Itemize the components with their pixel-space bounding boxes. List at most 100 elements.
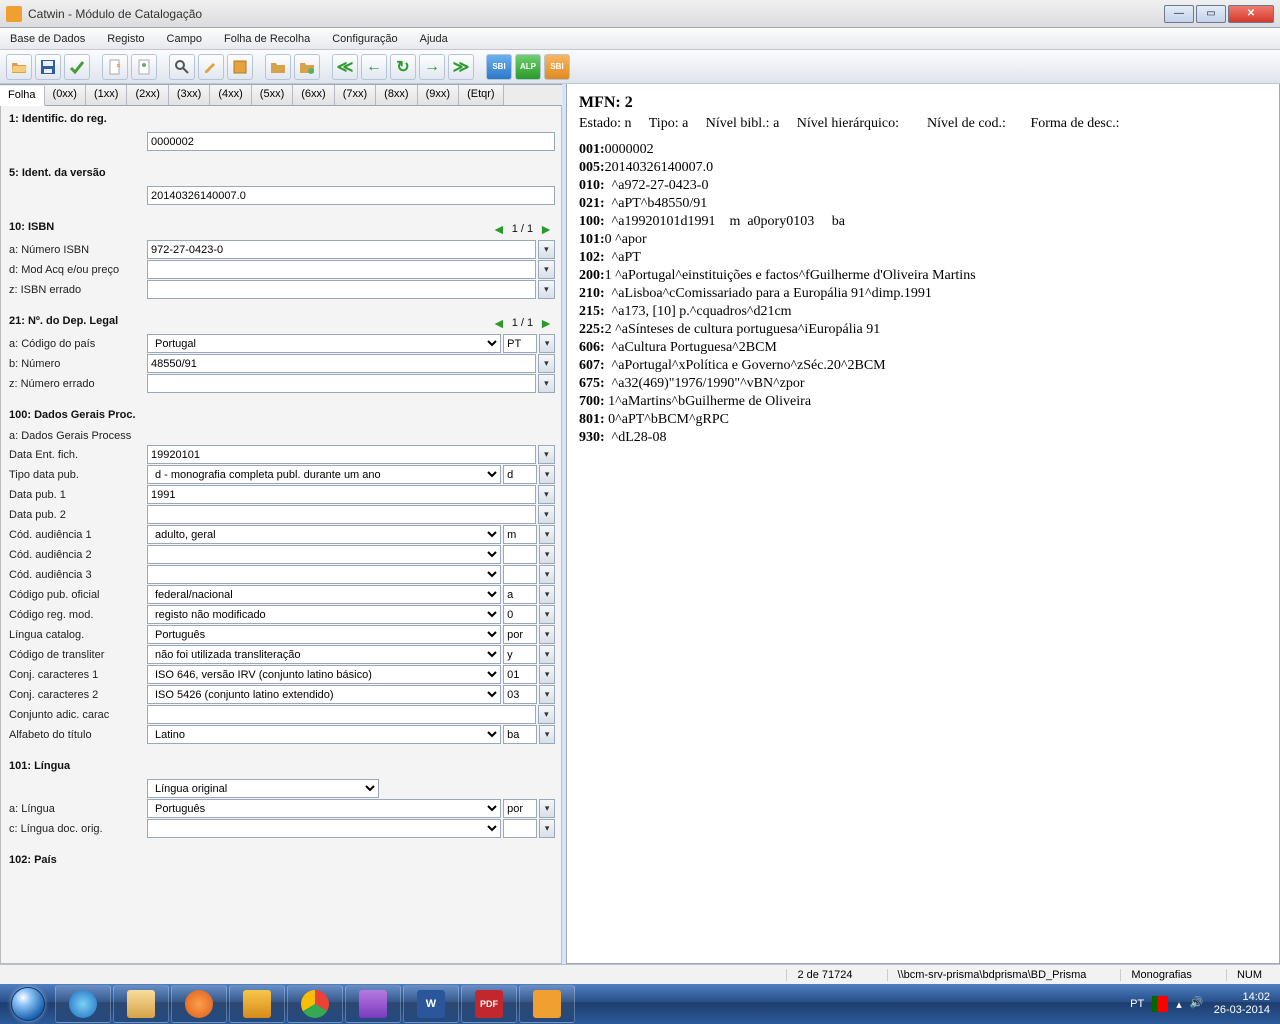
tab-5xx[interactable]: (5xx) — [252, 85, 293, 105]
field-010-dd-0[interactable]: ▾ — [538, 240, 555, 259]
task-pdf[interactable]: PDF — [461, 985, 517, 1023]
menu-config[interactable]: Configuração — [328, 31, 401, 47]
field-100-dd-4[interactable]: ▾ — [539, 525, 555, 544]
tool-save-icon[interactable] — [35, 54, 61, 80]
task-catwin[interactable] — [519, 985, 575, 1023]
field-101-code-1[interactable] — [503, 819, 537, 838]
tool-filter-icon[interactable] — [227, 54, 253, 80]
field-100-input-0[interactable] — [147, 445, 536, 464]
field-010-dd-1[interactable]: ▾ — [538, 260, 555, 279]
field-010-dd-2[interactable]: ▾ — [538, 280, 555, 299]
tab-etqr[interactable]: (Etqr) — [459, 85, 504, 105]
maximize-button[interactable]: ▭ — [1196, 5, 1226, 23]
tab-6xx[interactable]: (6xx) — [293, 85, 334, 105]
task-ie[interactable] — [55, 985, 111, 1023]
tab-9xx[interactable]: (9xx) — [418, 85, 459, 105]
field-101-dd-0[interactable]: ▾ — [539, 799, 555, 818]
field-100-select-11[interactable]: ISO 646, versão IRV (conjunto latino bás… — [147, 665, 501, 684]
field-100-dd-9[interactable]: ▾ — [539, 625, 555, 644]
field-021-input-1[interactable] — [147, 354, 536, 373]
field-021-code-0[interactable] — [503, 334, 537, 353]
sec10-prev-icon[interactable]: ◄ — [492, 221, 506, 237]
field-101-dd-1[interactable]: ▾ — [539, 819, 555, 838]
field-100-select-8[interactable]: registo não modificado — [147, 605, 501, 624]
field-100-code-10[interactable] — [503, 645, 537, 664]
field-101-top[interactable]: Língua original — [147, 779, 379, 798]
tray-clock[interactable]: 14:02 26-03-2014 — [1214, 991, 1270, 1017]
menu-registo[interactable]: Registo — [103, 31, 148, 47]
field-100-code-6[interactable] — [503, 565, 537, 584]
field-100-dd-11[interactable]: ▾ — [539, 665, 555, 684]
nav-prev-icon[interactable]: ← — [361, 54, 387, 80]
field-100-dd-8[interactable]: ▾ — [539, 605, 555, 624]
field-100-select-5[interactable] — [147, 545, 501, 564]
field-100-code-8[interactable] — [503, 605, 537, 624]
sec21-prev-icon[interactable]: ◄ — [492, 315, 506, 331]
field-100-input-3[interactable] — [147, 505, 536, 524]
task-explorer[interactable] — [113, 985, 169, 1023]
sec10-next-icon[interactable]: ► — [539, 221, 553, 237]
task-word[interactable]: W — [403, 985, 459, 1023]
speaker-icon[interactable]: 🔊 — [1190, 996, 1206, 1012]
field-100-dd-0[interactable]: ▾ — [538, 445, 555, 464]
tool-check-icon[interactable] — [64, 54, 90, 80]
field-021-select-0[interactable]: Portugal — [147, 334, 501, 353]
field-100-dd-1[interactable]: ▾ — [539, 465, 555, 484]
field-100-dd-7[interactable]: ▾ — [539, 585, 555, 604]
field-100-code-9[interactable] — [503, 625, 537, 644]
tool-folder1-icon[interactable] — [265, 54, 291, 80]
field-100-dd-10[interactable]: ▾ — [539, 645, 555, 664]
menu-base-de-dados[interactable]: Base de Dados — [6, 31, 89, 47]
close-button[interactable]: ✕ — [1228, 5, 1274, 23]
tab-3xx[interactable]: (3xx) — [169, 85, 210, 105]
flag-icon[interactable] — [1152, 996, 1168, 1012]
nav-next-icon[interactable]: → — [419, 54, 445, 80]
field-100-select-1[interactable]: d - monografia completa publ. durante um… — [147, 465, 501, 484]
sec21-next-icon[interactable]: ► — [539, 315, 553, 331]
field-100-dd-5[interactable]: ▾ — [539, 545, 555, 564]
field-101-code-0[interactable] — [503, 799, 537, 818]
menu-ajuda[interactable]: Ajuda — [416, 31, 452, 47]
minimize-button[interactable]: — — [1164, 5, 1194, 23]
tray-chevron-icon[interactable]: ▴ — [1176, 998, 1182, 1011]
tab-0xx[interactable]: (0xx) — [45, 85, 86, 105]
field-100-dd-12[interactable]: ▾ — [539, 685, 555, 704]
tray-lang[interactable]: PT — [1130, 998, 1144, 1010]
task-outlook[interactable] — [229, 985, 285, 1023]
field-005[interactable] — [147, 186, 555, 205]
field-100-code-4[interactable] — [503, 525, 537, 544]
field-101-select-0[interactable]: Português — [147, 799, 501, 818]
tab-folha[interactable]: Folha — [0, 86, 45, 106]
field-010-input-2[interactable] — [147, 280, 536, 299]
field-001[interactable] — [147, 132, 555, 151]
field-010-input-1[interactable] — [147, 260, 536, 279]
nav-last-icon[interactable]: ≫ — [448, 54, 474, 80]
field-100-select-9[interactable]: Português — [147, 625, 501, 644]
tool-open-icon[interactable] — [6, 54, 32, 80]
field-100-code-12[interactable] — [503, 685, 537, 704]
field-100-select-12[interactable]: ISO 5426 (conjunto latino extendido) — [147, 685, 501, 704]
field-100-dd-13[interactable]: ▾ — [538, 705, 555, 724]
field-100-select-10[interactable]: não foi utilizada transliteração — [147, 645, 501, 664]
tab-4xx[interactable]: (4xx) — [210, 85, 251, 105]
field-021-dd-1[interactable]: ▾ — [538, 354, 555, 373]
tool-mode2-icon[interactable]: ALP — [515, 54, 541, 80]
field-100-code-7[interactable] — [503, 585, 537, 604]
tool-folder2-icon[interactable] — [294, 54, 320, 80]
nav-refresh-icon[interactable]: ↻ — [390, 54, 416, 80]
nav-first-icon[interactable]: ≪ — [332, 54, 358, 80]
start-button[interactable] — [2, 985, 54, 1023]
field-100-code-1[interactable] — [503, 465, 537, 484]
tab-1xx[interactable]: (1xx) — [86, 85, 127, 105]
tool-edit-icon[interactable] — [198, 54, 224, 80]
tab-2xx[interactable]: (2xx) — [127, 85, 168, 105]
tool-new-icon[interactable] — [102, 54, 128, 80]
task-media[interactable] — [171, 985, 227, 1023]
field-021-input-2[interactable] — [147, 374, 536, 393]
menu-folha[interactable]: Folha de Recolha — [220, 31, 314, 47]
field-100-select-14[interactable]: Latino — [147, 725, 501, 744]
field-100-select-4[interactable]: adulto, geral — [147, 525, 501, 544]
field-100-dd-3[interactable]: ▾ — [538, 505, 555, 524]
field-100-dd-6[interactable]: ▾ — [539, 565, 555, 584]
field-021-dd-2[interactable]: ▾ — [538, 374, 555, 393]
